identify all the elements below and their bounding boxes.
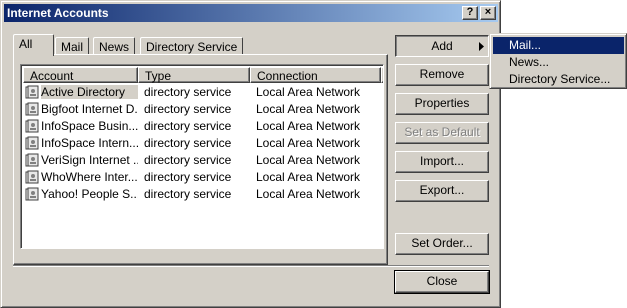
close-button-label: Close [426, 274, 458, 288]
title-bar: Internet Accounts ? × [4, 4, 498, 22]
account-connection: Local Area Network [256, 136, 361, 150]
account-type: directory service [144, 85, 232, 99]
export-button-label: Export... [419, 183, 465, 197]
menu-item-news[interactable]: News... [493, 54, 624, 71]
account-name: WhoWhere Inter... [41, 170, 138, 184]
account-connection: Local Area Network [256, 170, 361, 184]
remove-button[interactable]: Remove [395, 64, 489, 86]
window-title: Internet Accounts [7, 6, 109, 20]
account-type: directory service [144, 187, 232, 201]
tab-all[interactable]: All [13, 34, 54, 56]
column-header-type[interactable]: Type [138, 67, 250, 83]
tab-news[interactable]: News [93, 37, 136, 55]
account-type: directory service [144, 119, 232, 133]
directory-service-icon [25, 102, 39, 116]
account-name: Yahoo! People S... [41, 187, 138, 201]
account-connection: Local Area Network [256, 119, 361, 133]
internet-accounts-dialog: Internet Accounts ? × News Directory Ser… [0, 0, 501, 308]
menu-item-mail[interactable]: Mail... [493, 37, 624, 54]
column-header-filler [381, 67, 383, 83]
account-connection: Local Area Network [256, 102, 361, 116]
account-type: directory service [144, 153, 232, 167]
table-row[interactable]: InfoSpace Busin... directory service Loc… [23, 118, 381, 135]
directory-service-icon [25, 170, 39, 184]
set-as-default-button[interactable]: Set as Default [395, 122, 489, 144]
account-name: InfoSpace Intern... [41, 136, 138, 150]
account-type: directory service [144, 102, 232, 116]
account-name: InfoSpace Busin... [41, 119, 138, 133]
add-button[interactable]: Add [395, 35, 489, 57]
account-connection: Local Area Network [256, 153, 361, 167]
import-button[interactable]: Import... [395, 151, 489, 173]
divider [13, 265, 489, 267]
table-row[interactable]: VeriSign Internet ... directory service … [23, 152, 381, 169]
directory-service-icon [25, 119, 39, 133]
tab-directory-service[interactable]: Directory Service [140, 37, 244, 55]
directory-service-icon [25, 85, 39, 99]
submenu-arrow-icon [479, 42, 484, 51]
account-type: directory service [144, 170, 232, 184]
help-button[interactable]: ? [462, 6, 478, 20]
properties-button-label: Properties [414, 96, 470, 110]
table-row[interactable]: Yahoo! People S... directory service Loc… [23, 186, 381, 203]
close-button[interactable]: Close [394, 270, 490, 294]
column-header-account[interactable]: Account [23, 67, 138, 83]
table-row[interactable]: Bigfoot Internet D... directory service … [23, 101, 381, 118]
add-submenu: Mail... News... Directory Service... [489, 33, 627, 89]
properties-button[interactable]: Properties [395, 93, 489, 115]
table-row[interactable]: InfoSpace Intern... directory service Lo… [23, 135, 381, 152]
close-window-button[interactable]: × [480, 6, 496, 20]
directory-service-icon [25, 153, 39, 167]
set-order-button[interactable]: Set Order... [395, 233, 489, 255]
remove-button-label: Remove [419, 67, 465, 81]
set-order-button-label: Set Order... [411, 236, 473, 250]
import-button-label: Import... [419, 154, 464, 168]
accounts-list[interactable]: Account Type Connection Active Directory… [20, 64, 384, 249]
table-row[interactable]: Active Directory directory service Local… [23, 84, 381, 101]
set-as-default-label: Set as Default [404, 125, 480, 139]
tab-mail[interactable]: Mail [55, 37, 90, 55]
column-header-connection[interactable]: Connection [250, 67, 381, 83]
directory-service-icon [25, 187, 39, 201]
account-name: Active Directory [41, 85, 138, 99]
account-name: Bigfoot Internet D... [41, 102, 138, 116]
directory-service-icon [25, 136, 39, 150]
menu-item-directory-service[interactable]: Directory Service... [493, 71, 624, 88]
add-button-label: Add [431, 39, 453, 53]
account-type: directory service [144, 136, 232, 150]
export-button[interactable]: Export... [395, 180, 489, 202]
table-row[interactable]: WhoWhere Inter... directory service Loca… [23, 169, 381, 186]
account-connection: Local Area Network [256, 85, 361, 99]
account-connection: Local Area Network [256, 187, 361, 201]
account-name: VeriSign Internet ... [41, 153, 138, 167]
